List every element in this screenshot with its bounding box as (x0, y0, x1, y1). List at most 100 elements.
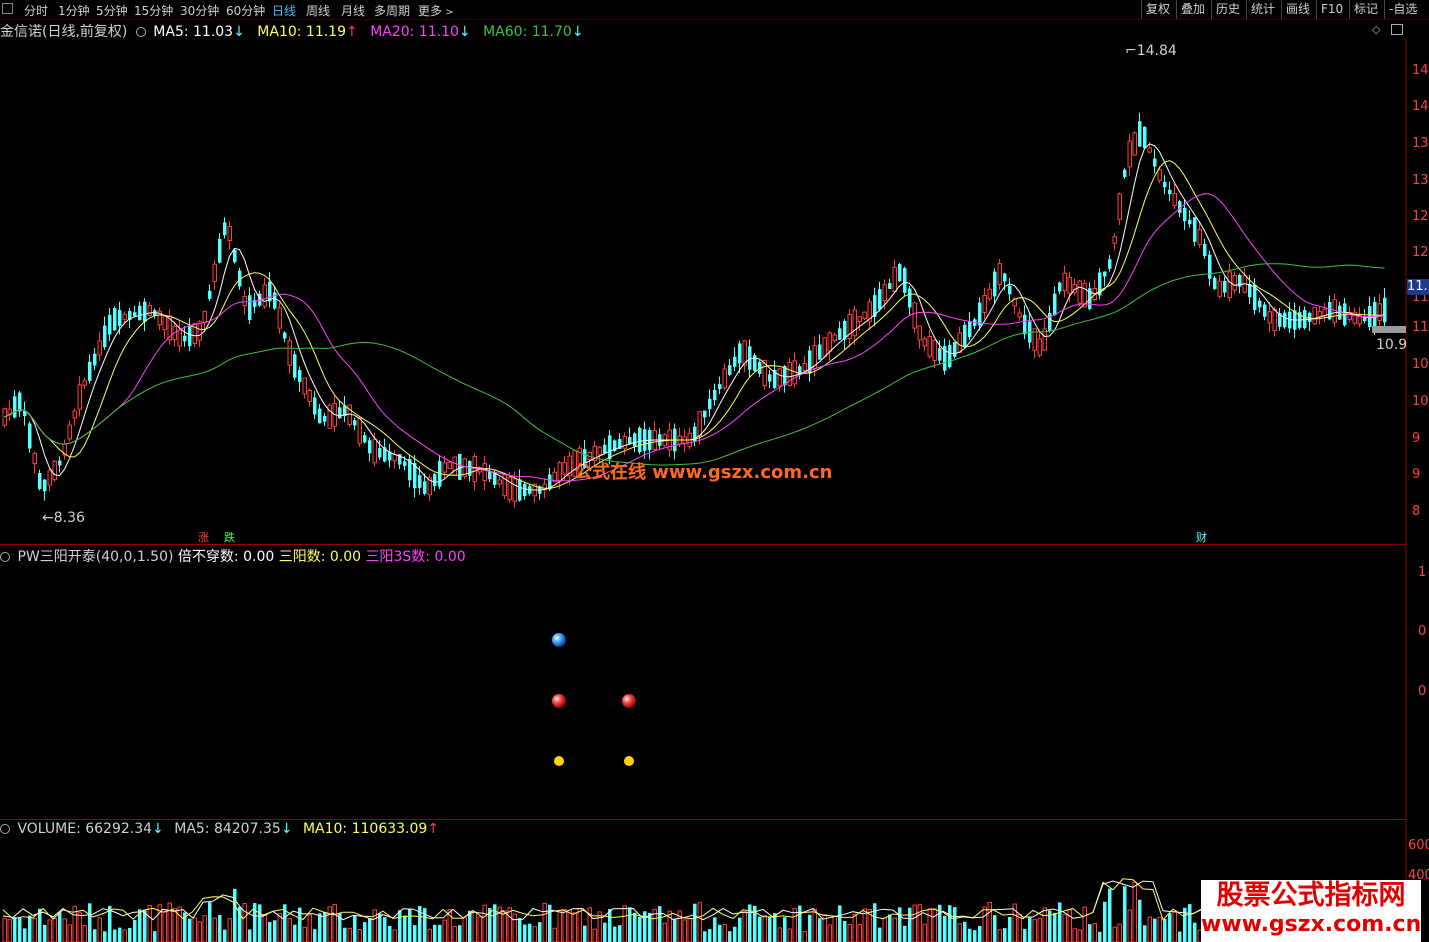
indicator-name[interactable]: PW三阳开泰(40,0,1.50) (17, 549, 173, 565)
stats-button[interactable]: 统计 (1246, 0, 1281, 19)
tab-15min[interactable]: 15分钟 (134, 2, 173, 19)
tab-60min[interactable]: 60分钟 (226, 2, 265, 19)
volume-bar (773, 913, 777, 942)
tab-1min[interactable]: 1分钟 (58, 2, 90, 19)
candle-body (802, 362, 807, 372)
tab-monthly[interactable]: 月线 (341, 2, 365, 19)
mark-button[interactable]: 标记 (1349, 0, 1384, 19)
volume-bar (13, 917, 17, 942)
candle-body (597, 446, 602, 456)
candle-body (357, 417, 362, 444)
tab-daily[interactable]: 日线 (272, 2, 296, 19)
volume-bar (313, 929, 317, 942)
volume-bar (953, 907, 957, 942)
candle-body (1132, 132, 1137, 156)
volume-bar (592, 928, 597, 942)
volume-bar (1112, 926, 1117, 942)
candle-body (497, 479, 502, 485)
tab-30min[interactable]: 30分钟 (180, 2, 219, 19)
volume-bar (293, 924, 297, 942)
candle-body (433, 473, 437, 487)
candle-body (1322, 308, 1327, 317)
candle-body (1157, 169, 1162, 181)
volume-bar (1067, 909, 1072, 942)
volume-bar (167, 902, 172, 942)
candle-body (523, 483, 527, 497)
volume-bar (438, 924, 442, 942)
candle-body (932, 339, 937, 361)
volume-bar (1108, 888, 1112, 942)
candle-body (482, 463, 487, 481)
circle-toggle-icon[interactable] (0, 824, 10, 834)
tab-5min[interactable]: 5分钟 (96, 2, 128, 19)
tab-multi-period[interactable]: 多周期 (374, 2, 410, 19)
candle-body (1312, 307, 1317, 325)
volume-bar (532, 926, 537, 942)
candle-body (993, 271, 997, 297)
menu-box-icon[interactable] (2, 3, 13, 14)
marker-cai[interactable]: 财 (1196, 529, 1207, 545)
volume-bar (1127, 909, 1132, 942)
overlay-button[interactable]: 叠加 (1176, 0, 1211, 19)
candle-body (1062, 272, 1067, 292)
marker-die[interactable]: 跌 (224, 529, 235, 545)
volume-bar (597, 911, 602, 942)
candle-body (1138, 121, 1142, 147)
candle-body (298, 370, 302, 382)
volume-bar (357, 929, 362, 942)
volume-bar (273, 920, 277, 942)
volume-bar (1168, 913, 1172, 942)
volume-bar (302, 926, 307, 942)
candle-body (338, 407, 342, 419)
volume-bar (758, 916, 762, 942)
candle-body (372, 438, 377, 464)
tab-weekly[interactable]: 周线 (306, 2, 330, 19)
fuquan-button[interactable]: 复权 (1141, 0, 1176, 19)
volume-bar (682, 919, 687, 942)
circle-toggle-icon[interactable] (0, 552, 10, 562)
draw-line-button[interactable]: 画线 (1281, 0, 1316, 19)
volume-bar (518, 917, 522, 942)
volume-bar (248, 929, 252, 942)
f10-button[interactable]: F10 (1316, 0, 1349, 19)
volume-bar (507, 907, 512, 942)
volume-bar (1003, 928, 1007, 942)
candle-body (403, 461, 407, 466)
volume-bar (888, 914, 892, 942)
marker-zhang[interactable]: 涨 (198, 529, 209, 545)
volume-bar (318, 913, 322, 942)
yellow-dot (554, 756, 564, 766)
candle-body (313, 397, 317, 415)
candle-body (1017, 312, 1022, 318)
tab-fenshi[interactable]: 分时 (24, 2, 48, 19)
volume-bar (1028, 917, 1032, 942)
tab-more[interactable]: 更多 > (418, 2, 454, 19)
candle-body (857, 316, 862, 322)
volume-bar (202, 915, 207, 942)
add-watchlist-button[interactable]: -自选 (1384, 0, 1429, 19)
watermark-logo-line1: 股票公式指标网 (1216, 880, 1406, 911)
candle-body (938, 348, 942, 361)
high-price-value: 14.84 (1136, 43, 1177, 59)
red-dot (622, 694, 636, 708)
candle-body (133, 312, 137, 317)
volume-bar (287, 918, 292, 942)
candle-body (82, 380, 87, 386)
watermark-center: 公式在线 www.gszx.com.cn (574, 462, 833, 483)
volume-bar (1132, 881, 1137, 942)
volume-bar (1062, 914, 1067, 942)
candle-body (1317, 311, 1322, 317)
volume-bar (622, 905, 627, 942)
volume-bar (133, 919, 137, 942)
volume-bar (708, 929, 712, 942)
tab-more-label: 更多 (418, 4, 443, 18)
candle-body (903, 268, 907, 293)
candle-body (147, 305, 152, 316)
volume-bar (67, 924, 72, 942)
candlestick-group (2, 112, 1387, 509)
history-button[interactable]: 历史 (1211, 0, 1246, 19)
candle-body (67, 424, 72, 440)
volume-bar (1053, 912, 1057, 942)
candle-body (188, 325, 192, 347)
volume-bar (2, 918, 7, 942)
